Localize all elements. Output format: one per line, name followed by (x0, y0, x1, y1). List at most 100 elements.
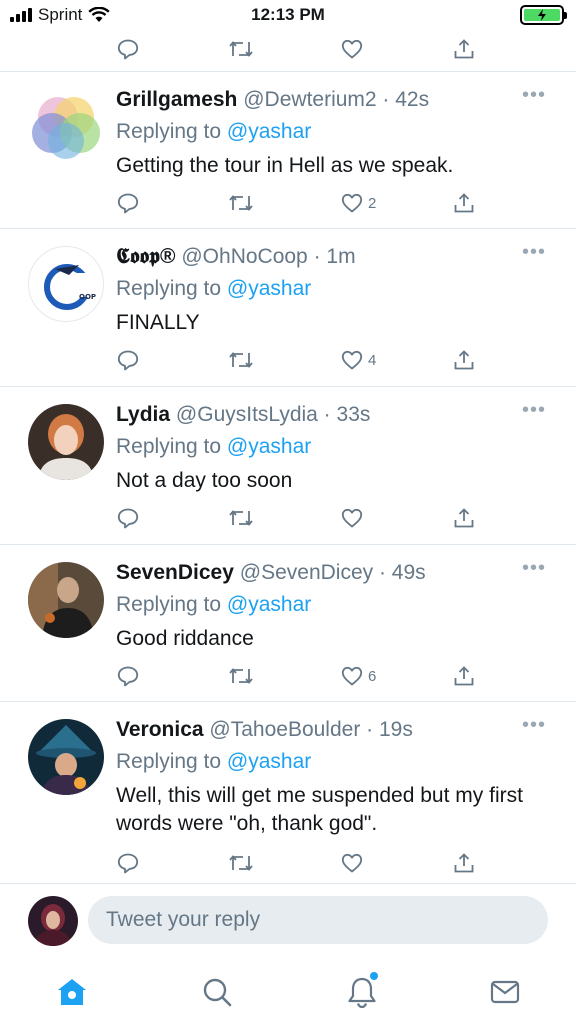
carrier-label: Sprint (38, 5, 83, 24)
tweet-item[interactable]: Grillgamesh @Dewterium2 · 42s ••• Replyi… (0, 72, 576, 229)
more-options-icon[interactable]: ••• (522, 715, 546, 735)
like-count: 6 (368, 667, 377, 685)
retweet-button[interactable] (228, 34, 254, 64)
share-icon (454, 39, 474, 59)
more-options-icon[interactable]: ••• (522, 400, 546, 420)
share-button[interactable] (452, 188, 476, 218)
avatar[interactable]: OOP (28, 246, 104, 322)
display-name[interactable]: 𝕮𝖔𝖔𝖕® (116, 245, 176, 268)
retweet-icon (229, 855, 253, 871)
tweet-header: SevenDicey @SevenDicey · 49s (116, 559, 516, 587)
like-button[interactable] (340, 848, 368, 878)
wifi-icon (88, 7, 111, 22)
like-button[interactable]: 2 (340, 188, 376, 218)
previous-tweet-actions (0, 30, 576, 72)
mention-link[interactable]: @yashar (227, 277, 311, 300)
user-avatar[interactable] (28, 896, 78, 946)
tab-messages[interactable] (485, 972, 525, 1012)
display-name[interactable]: Lydia (116, 403, 170, 426)
share-button[interactable] (452, 503, 476, 533)
heart-icon (341, 666, 363, 686)
tab-notifications[interactable] (342, 972, 382, 1012)
tweet-text: Not a day too soon (116, 469, 293, 492)
more-options-icon[interactable]: ••• (522, 558, 546, 578)
reply-icon (117, 853, 139, 874)
tweet-text: FINALLY (116, 311, 200, 334)
like-button[interactable] (340, 34, 364, 64)
retweet-button[interactable] (228, 661, 254, 691)
share-button[interactable] (452, 661, 476, 691)
replying-to: Replying to @yashar (116, 433, 311, 461)
svg-text:OOP: OOP (79, 293, 96, 301)
heart-icon (341, 508, 363, 528)
heart-icon (341, 193, 363, 213)
handle-time: @OhNoCoop · 1m (181, 245, 356, 268)
avatar[interactable] (28, 89, 104, 165)
avatar[interactable] (28, 719, 104, 795)
replying-label: Replying to (116, 750, 222, 773)
retweet-button[interactable] (228, 345, 254, 375)
reply-button[interactable] (116, 188, 140, 218)
replying-to: Replying to @yashar (116, 118, 311, 146)
share-button[interactable] (452, 345, 476, 375)
retweet-button[interactable] (228, 848, 254, 878)
like-button[interactable] (340, 503, 368, 533)
tab-bar (0, 956, 576, 1024)
mention-link[interactable]: @yashar (227, 120, 311, 143)
reply-icon (117, 39, 139, 60)
handle-time: @SevenDicey · 49s (239, 561, 426, 584)
mention-link[interactable]: @yashar (227, 593, 311, 616)
replying-label: Replying to (116, 593, 222, 616)
messages-icon (490, 980, 520, 1004)
tab-search[interactable] (197, 972, 237, 1012)
notifications-icon (348, 977, 376, 1009)
like-count: 2 (368, 194, 377, 212)
home-icon (58, 979, 86, 1005)
avatar[interactable] (28, 404, 104, 480)
share-icon (454, 508, 474, 528)
replying-label: Replying to (116, 435, 222, 458)
handle-time: @TahoeBoulder · 19s (209, 718, 413, 741)
mention-link[interactable]: @yashar (227, 750, 311, 773)
heart-icon (341, 39, 363, 59)
retweet-button[interactable] (228, 503, 254, 533)
retweet-icon (229, 41, 253, 57)
replying-label: Replying to (116, 277, 222, 300)
tweet-header: 𝕮𝖔𝖔𝖕® @OhNoCoop · 1m (116, 243, 516, 271)
tab-home[interactable] (52, 972, 92, 1012)
reply-button[interactable] (116, 661, 140, 691)
reply-icon (117, 508, 139, 529)
replying-to: Replying to @yashar (116, 591, 311, 619)
reply-button[interactable] (116, 503, 140, 533)
tweet-header: Grillgamesh @Dewterium2 · 42s (116, 86, 516, 114)
reply-button[interactable] (116, 848, 140, 878)
battery-icon (520, 5, 567, 25)
status-bar: Sprint 12:13 PM (0, 0, 576, 30)
notification-dot (370, 972, 378, 980)
retweet-icon (229, 195, 253, 211)
tweet-item[interactable]: OOP 𝕮𝖔𝖔𝖕® @OhNoCoop · 1m ••• Replying to… (0, 229, 576, 387)
tweet-item[interactable]: Lydia @GuysItsLydia · 33s ••• Replying t… (0, 387, 576, 545)
mention-link[interactable]: @yashar (227, 435, 311, 458)
reply-icon (117, 193, 139, 214)
display-name[interactable]: Veronica (116, 718, 204, 741)
tweet-item[interactable]: SevenDicey @SevenDicey · 49s ••• Replyin… (0, 545, 576, 702)
reply-input[interactable] (88, 896, 548, 944)
heart-icon (341, 350, 363, 370)
reply-button[interactable] (116, 34, 140, 64)
share-icon (454, 193, 474, 213)
avatar[interactable] (28, 562, 104, 638)
share-button[interactable] (452, 34, 476, 64)
reply-button[interactable] (116, 345, 140, 375)
more-options-icon[interactable]: ••• (522, 85, 546, 105)
display-name[interactable]: Grillgamesh (116, 88, 237, 111)
tweet-item[interactable]: Veronica @TahoeBoulder · 19s ••• Replyin… (0, 702, 576, 884)
share-button[interactable] (452, 848, 476, 878)
more-options-icon[interactable]: ••• (522, 242, 546, 262)
display-name[interactable]: SevenDicey (116, 561, 234, 584)
tweet-header: Lydia @GuysItsLydia · 33s (116, 401, 516, 429)
retweet-button[interactable] (228, 188, 254, 218)
like-button[interactable]: 4 (340, 345, 376, 375)
share-icon (454, 350, 474, 370)
like-button[interactable]: 6 (340, 661, 376, 691)
